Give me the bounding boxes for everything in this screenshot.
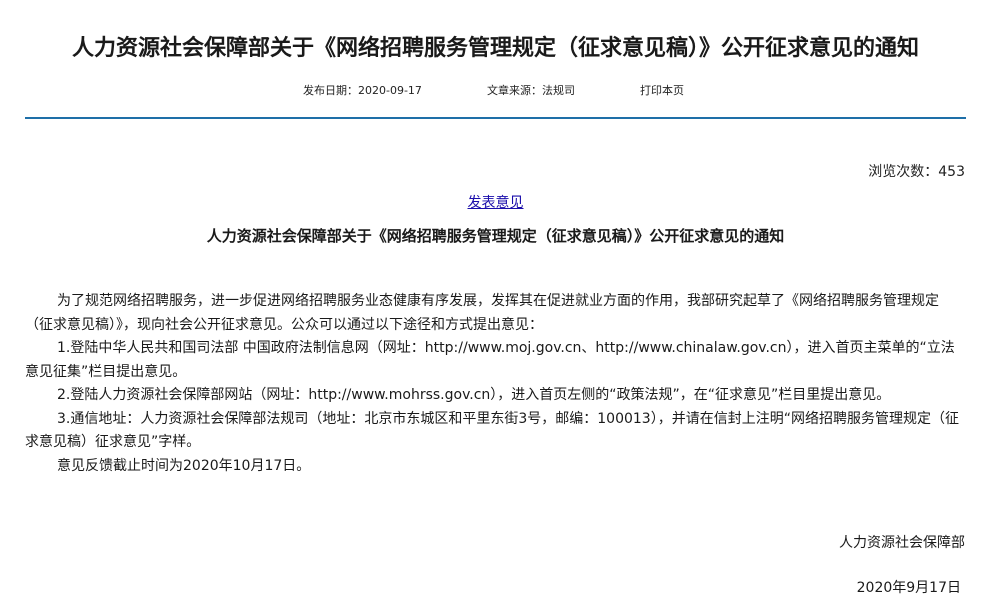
source-value: 法规司 (542, 84, 575, 97)
print-page-link[interactable]: 打印本页 (640, 82, 684, 98)
article-source: 文章来源：法规司 (487, 82, 575, 98)
article-body: 为了规范网络招聘服务，进一步促进网络招聘服务业态健康有序发展，发挥其在促进就业方… (25, 290, 966, 478)
publish-date: 发布日期：2020-09-17 (303, 82, 422, 98)
body-paragraph: 2.登陆人力资源社会保障部网站（网址：http://www.mohrss.gov… (57, 387, 891, 403)
submit-comment-link[interactable]: 发表意见 (0, 192, 991, 212)
meta-row: 发布日期：2020-09-17 文章来源：法规司 打印本页 (0, 82, 991, 98)
article-subtitle: 人力资源社会保障部关于《网络招聘服务管理规定（征求意见稿）》公开征求意见的通知 (206, 227, 785, 245)
publish-date-label: 发布日期： (303, 84, 358, 97)
view-count-label: 浏览次数： (868, 164, 939, 180)
body-paragraph: 3.通信地址：人力资源社会保障部法规司（地址：北京市东城区和平里东街3号，邮编：… (25, 410, 959, 451)
publish-date-value: 2020-09-17 (358, 84, 422, 97)
body-paragraph: 意见反馈截止时间为2020年10月17日。 (57, 457, 311, 474)
view-count: 浏览次数：453 (868, 161, 965, 181)
signature: 人力资源社会保障部 (839, 535, 965, 551)
view-count-value: 453 (938, 164, 965, 180)
header-divider (25, 117, 966, 119)
body-paragraph: 为了规范网络招聘服务，进一步促进网络招聘服务业态健康有序发展，发挥其在促进就业方… (25, 293, 939, 333)
page-title: 人力资源社会保障部关于《网络招聘服务管理规定（征求意见稿）》公开征求意见的通知 (71, 36, 919, 61)
submit-comment-label[interactable]: 发表意见 (468, 195, 524, 211)
body-paragraph: 1.登陆中华人民共和国司法部 中国政府法制信息网（网址：http://www.m… (25, 340, 955, 380)
signature-date: 2020年9月17日 (856, 580, 961, 596)
source-label: 文章来源： (487, 84, 542, 97)
